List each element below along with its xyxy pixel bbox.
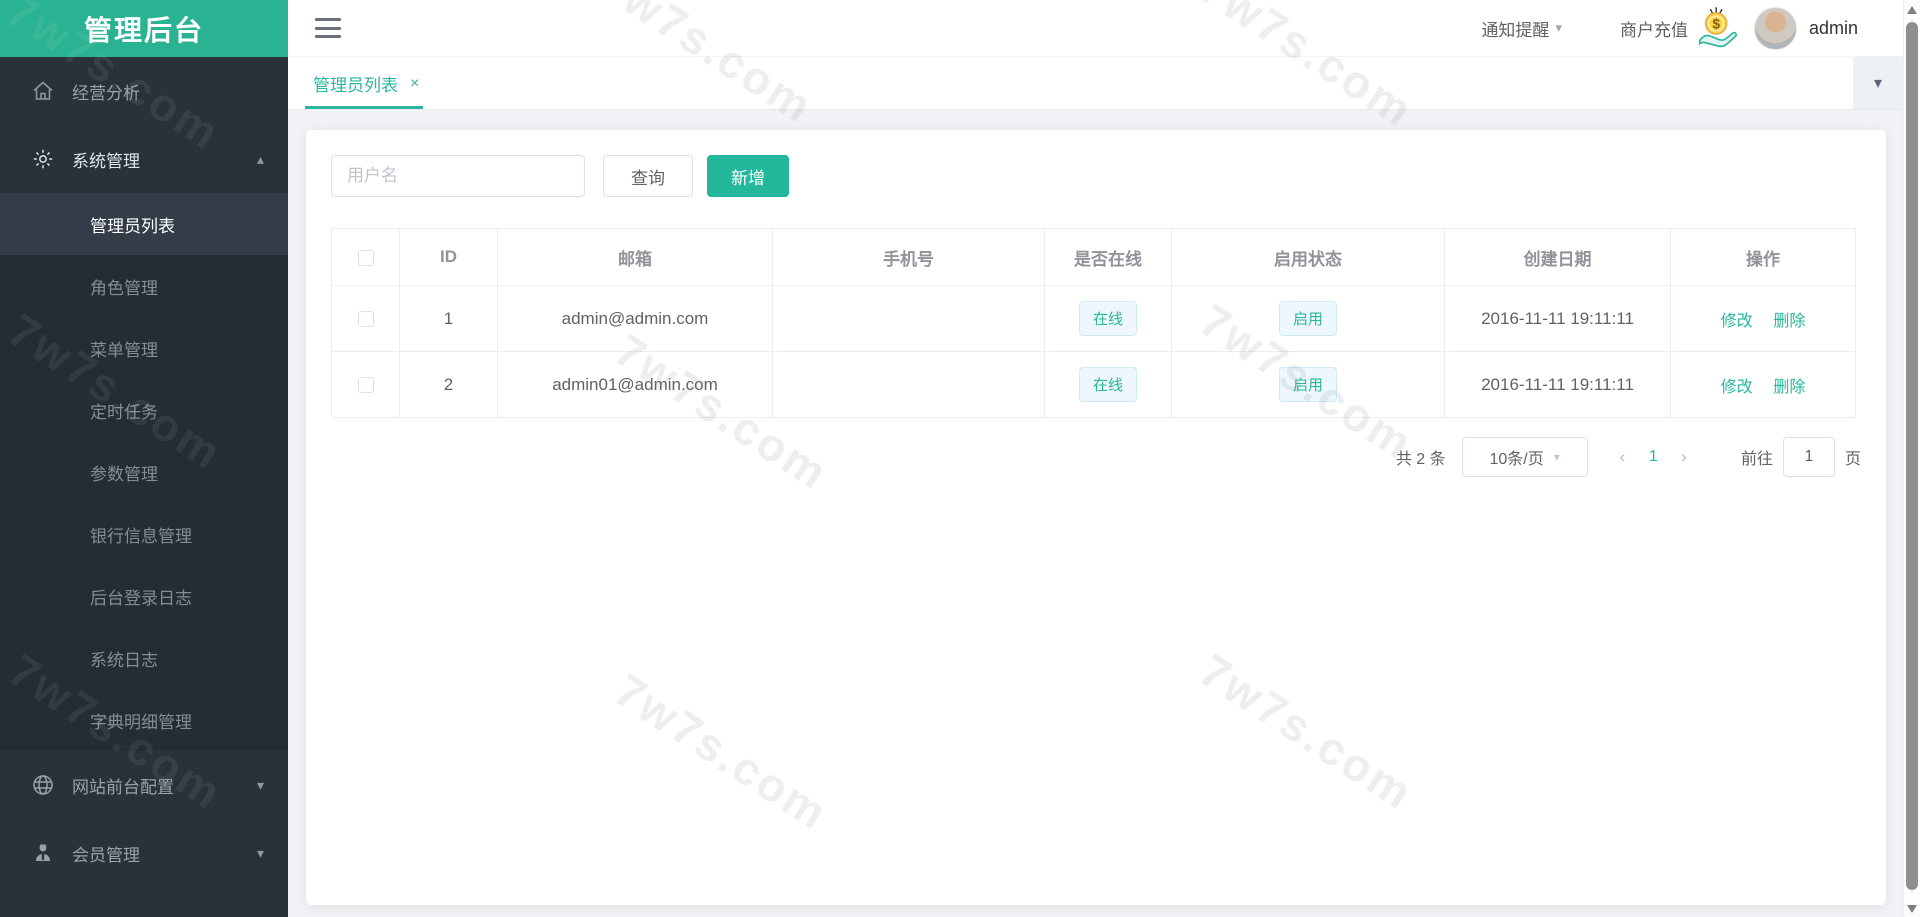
pagination: 共 2 条 10条/页 ▾ ‹ 1 › 前往 页 — [331, 436, 1861, 478]
main-content: 查询 新增 ID 邮箱 手机号 是否在线 启用状态 创建日期 — [288, 110, 1903, 917]
sidebar-item-admin-list[interactable]: 管理员列表 — [0, 193, 288, 255]
goto-label: 前往 — [1740, 451, 1773, 468]
current-page-number[interactable]: 1 — [1639, 448, 1667, 466]
edit-link[interactable]: 修改 — [1721, 379, 1753, 396]
user-avatar[interactable] — [1753, 6, 1797, 50]
status-badge: 启用 — [1278, 301, 1337, 336]
sidebar-item-label: 经营分析 — [72, 83, 140, 103]
app-logo: 管理后台 — [0, 0, 288, 57]
col-created: 创建日期 — [1444, 228, 1671, 286]
sidebar-item-menu-mgmt[interactable]: 菜单管理 — [0, 317, 288, 379]
chevron-down-icon: ▾ — [256, 844, 264, 861]
tab-label: 管理员列表 — [313, 76, 398, 95]
table-row: 2 admin01@admin.com 在线 启用 2016-11-11 19:… — [331, 351, 1856, 418]
scroll-down-arrow-icon[interactable] — [1907, 905, 1917, 913]
sidebar-item-param-mgmt[interactable]: 参数管理 — [0, 441, 288, 503]
cell-id: 1 — [399, 285, 498, 352]
sidebar-item-label: 会员管理 — [72, 845, 140, 865]
goto-page-group: 前往 页 — [1741, 437, 1861, 477]
vertical-scrollbar[interactable] — [1903, 0, 1920, 917]
system-submenu: 管理员列表 角色管理 菜单管理 定时任务 参数管理 银行信息管理 后台登录日志 … — [0, 193, 288, 751]
search-button[interactable]: 查询 — [603, 155, 693, 197]
scroll-up-arrow-icon[interactable] — [1907, 6, 1917, 14]
cell-created: 2016-11-11 19:11:11 — [1444, 351, 1671, 418]
sidebar-item-system-log[interactable]: 系统日志 — [0, 627, 288, 689]
active-tab-underline — [305, 106, 423, 109]
table-header-row: ID 邮箱 手机号 是否在线 启用状态 创建日期 操作 — [331, 228, 1856, 286]
gear-icon — [30, 146, 56, 172]
admin-app: 7w7s.com 7w7s.com 7w7s.com 7w7s.com 7w7s… — [0, 0, 1920, 917]
table-row: 1 admin@admin.com 在线 启用 2016-11-11 19:11… — [331, 285, 1856, 352]
tab-list-dropdown[interactable]: ▾ — [1853, 57, 1903, 109]
sidebar-item-bank-info[interactable]: 银行信息管理 — [0, 503, 288, 565]
sidebar-item-role-mgmt[interactable]: 角色管理 — [0, 255, 288, 317]
add-button[interactable]: 新增 — [707, 155, 789, 197]
cell-phone — [772, 351, 1045, 418]
sidebar-item-cron-task[interactable]: 定时任务 — [0, 379, 288, 441]
cell-id: 2 — [399, 351, 498, 418]
notification-dropdown[interactable]: 通知提醒 — [1481, 16, 1549, 41]
sidebar: 管理后台 经营分析 系统管理 ▴ 管理员列表 角色管理 菜单管理 定时任务 参数… — [0, 0, 288, 917]
sidebar-item-member-mgmt[interactable]: 会员管理 ▾ — [0, 819, 288, 887]
sidebar-item-label: 系统管理 — [72, 151, 140, 171]
sidebar-item-analysis[interactable]: 经营分析 — [0, 57, 288, 125]
chevron-down-icon: ▾ — [256, 776, 264, 793]
col-email: 邮箱 — [497, 228, 773, 286]
top-header: 通知提醒 ▾ 商户充值 $ admin — [288, 0, 1903, 57]
total-count-label: 共 2 条 — [1395, 451, 1446, 468]
home-icon — [30, 78, 56, 104]
col-online: 是否在线 — [1044, 228, 1172, 286]
prev-page-button[interactable]: ‹ — [1606, 447, 1640, 467]
scrollbar-thumb[interactable] — [1906, 22, 1918, 890]
chevron-down-icon[interactable]: ▾ — [1555, 20, 1562, 36]
row-checkbox[interactable] — [357, 311, 374, 328]
online-badge: 在线 — [1078, 301, 1137, 336]
delete-link[interactable]: 删除 — [1773, 379, 1805, 396]
select-all-checkbox[interactable] — [357, 249, 374, 266]
delete-link[interactable]: 删除 — [1773, 313, 1805, 330]
sidebar-item-login-log[interactable]: 后台登录日志 — [0, 565, 288, 627]
admin-table: ID 邮箱 手机号 是否在线 启用状态 创建日期 操作 1 admin@admi… — [331, 228, 1856, 418]
chevron-down-icon: ▾ — [1873, 75, 1883, 92]
sidebar-item-system[interactable]: 系统管理 ▴ — [0, 125, 288, 193]
online-badge: 在线 — [1078, 367, 1137, 402]
sidebar-item-label: 网站前台配置 — [72, 777, 174, 797]
username-label[interactable]: admin — [1809, 18, 1858, 39]
sidebar-item-frontend-config[interactable]: 网站前台配置 ▾ — [0, 751, 288, 819]
member-icon — [30, 840, 56, 866]
col-id: ID — [399, 228, 498, 286]
cell-email: admin@admin.com — [497, 285, 773, 352]
cell-phone — [772, 285, 1045, 352]
content-card: 查询 新增 ID 邮箱 手机号 是否在线 启用状态 创建日期 — [306, 130, 1886, 905]
next-page-button[interactable]: › — [1667, 447, 1701, 467]
cell-created: 2016-11-11 19:11:11 — [1444, 285, 1671, 352]
row-checkbox[interactable] — [357, 377, 374, 394]
merchant-recharge-button[interactable]: 商户充值 $ — [1620, 5, 1740, 51]
sidebar-item-dict-detail[interactable]: 字典明细管理 — [0, 689, 288, 751]
menu-toggle-icon[interactable] — [315, 18, 341, 38]
edit-link[interactable]: 修改 — [1721, 313, 1753, 330]
recharge-label: 商户充值 — [1619, 20, 1688, 40]
toolbar: 查询 新增 — [331, 155, 1861, 197]
username-search-input[interactable] — [331, 155, 585, 197]
col-actions: 操作 — [1670, 228, 1856, 286]
tab-admin-list[interactable]: 管理员列表 × — [305, 57, 427, 110]
cell-email: admin01@admin.com — [497, 351, 773, 418]
header-right-group: 通知提醒 ▾ 商户充值 $ admin — [1481, 5, 1903, 51]
col-phone: 手机号 — [772, 228, 1045, 286]
goto-page-input[interactable] — [1782, 437, 1835, 477]
status-badge: 启用 — [1278, 367, 1337, 402]
close-icon[interactable]: × — [410, 75, 419, 93]
tab-bar: 管理员列表 × ▾ — [288, 57, 1903, 110]
page-unit-label: 页 — [1844, 451, 1861, 468]
page-size-select[interactable]: 10条/页 ▾ — [1461, 437, 1588, 477]
globe-icon — [30, 772, 56, 798]
chevron-up-icon: ▴ — [256, 150, 264, 167]
coin-hand-icon: $ — [1698, 7, 1737, 48]
svg-text:$: $ — [1712, 16, 1720, 31]
col-status: 启用状态 — [1171, 228, 1445, 286]
chevron-down-icon: ▾ — [1553, 450, 1560, 464]
page-size-value: 10条/页 — [1489, 451, 1544, 468]
